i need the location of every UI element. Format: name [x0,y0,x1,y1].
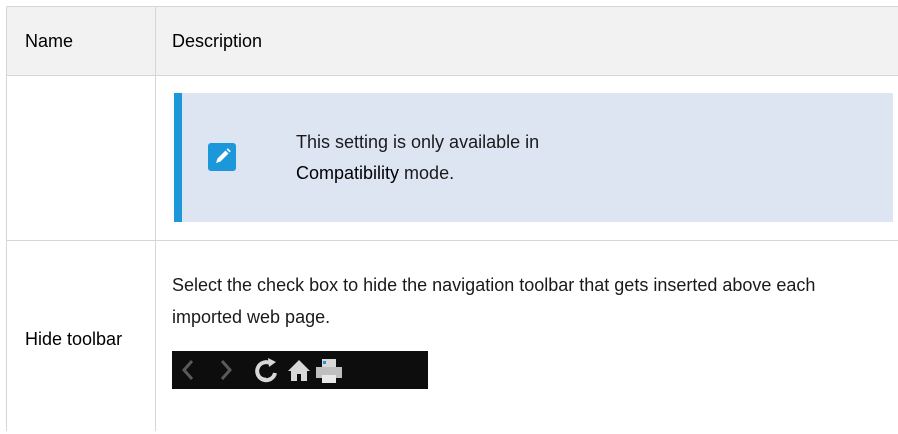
note-emphasis: Compatibility [296,163,400,183]
back-arrow-icon [181,360,194,380]
name-cell-hide-toolbar: Hide toolbar [6,240,156,431]
pencil-note-icon [208,143,236,171]
name-cell-empty [6,75,156,241]
forward-arrow-icon [220,360,233,380]
description-cell-hide-toolbar: Select the check box to hide the navigat… [155,240,898,431]
note-suffix: mode. [399,163,455,183]
navigation-toolbar-image [172,351,428,389]
description-cell-note: This setting is only available in Compat… [155,75,898,241]
table-row-hide-toolbar: Hide toolbar Select the check box to hid… [6,240,898,431]
note-line-2: Compatibility mode. [296,158,539,189]
note-callout: This setting is only available in Compat… [174,93,893,222]
table-header-row: Name Description [6,6,898,76]
settings-table: Name Description This setting is only av… [6,6,898,431]
column-header-description: Description [155,6,898,76]
table-row-note: This setting is only available in Compat… [6,75,898,241]
refresh-icon [255,358,277,383]
note-line-1: This setting is only available in [296,132,540,152]
home-icon [288,360,310,381]
description-text: Select the check box to hide the navigat… [172,275,816,327]
print-icon [316,359,342,383]
note-text: This setting is only available in Compat… [296,127,539,189]
column-header-name: Name [6,6,156,76]
